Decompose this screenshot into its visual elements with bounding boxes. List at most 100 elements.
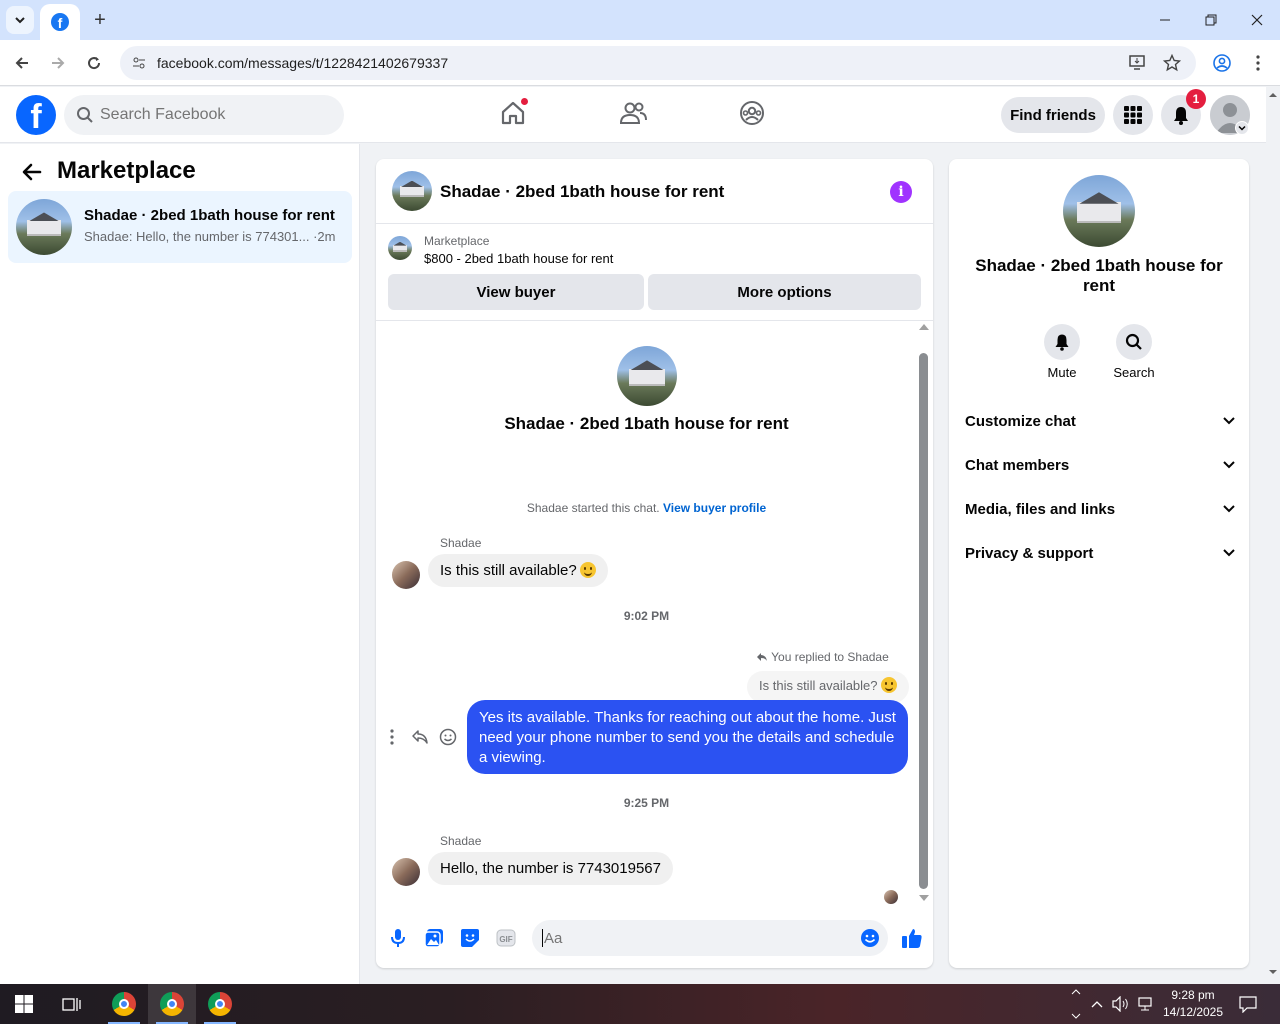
chat-panel: Shadae · 2bed 1bath house for rent i Mar… [376,159,933,968]
conversation-preview: Shadae: Hello, the number is 774301... ·… [84,229,336,244]
chevron-down-icon [1223,549,1235,557]
info-icon[interactable]: i [890,181,912,203]
chrome-taskbar-icon[interactable] [148,984,196,1024]
close-window-icon[interactable] [1244,8,1270,32]
install-app-icon[interactable] [1128,53,1148,73]
more-actions-icon[interactable] [382,727,402,747]
quoted-message[interactable]: Is this still available? [747,671,909,703]
search-input[interactable] [100,95,330,135]
taskbar-scroll-arrows-icon[interactable] [1068,986,1084,1022]
message-input-box[interactable] [532,920,888,956]
reload-icon[interactable] [82,51,106,75]
message-input[interactable] [544,920,844,956]
marketplace-listing-bar: Marketplace $800 - 2bed 1bath house for … [376,224,933,321]
listing-small-thumbnail [388,236,412,260]
address-bar[interactable]: facebook.com/messages/t/1228421402679337 [120,46,1196,80]
site-info-icon[interactable] [130,54,148,72]
intro-thumbnail [617,346,677,406]
reply-icon[interactable] [410,727,430,747]
forward-icon[interactable] [46,51,70,75]
media-files-links-row[interactable]: Media, files and links [965,497,1235,521]
incoming-message[interactable]: Is this still available? [428,554,608,587]
find-friends-button[interactable]: Find friends [1001,97,1105,133]
facebook-logo-icon[interactable]: f [16,95,56,135]
more-options-button[interactable]: More options [648,274,921,310]
page-scrollbar[interactable] [1266,87,1280,984]
home-icon[interactable] [499,97,529,127]
like-thumb-icon[interactable] [900,926,924,950]
conversation-item[interactable]: Shadae · 2bed 1bath house for rent Shada… [8,191,352,263]
sender-name: Shadae [440,536,482,550]
menu-grid-icon[interactable] [1113,95,1153,135]
listing-title[interactable]: $800 - 2bed 1bath house for rent [424,251,613,266]
listing-thumbnail [16,199,72,255]
facebook-favicon-icon: f [51,13,69,31]
react-emoji-icon[interactable] [438,727,458,747]
message-text: Is this still available? [440,562,577,579]
taskbar-clock[interactable]: 9:28 pm 14/12/2025 [1160,987,1226,1021]
search-action[interactable]: Search [1104,324,1164,380]
chevron-down-icon [1223,461,1235,469]
sender-avatar[interactable] [392,858,420,886]
sticker-icon[interactable] [460,928,480,948]
browser-menu-icon[interactable] [1246,51,1270,75]
chat-members-row[interactable]: Chat members [965,453,1235,477]
task-view-icon[interactable] [48,984,96,1024]
tab-search-chevron-icon[interactable] [6,6,34,34]
profile-icon[interactable] [1210,51,1234,75]
back-icon[interactable] [10,51,34,75]
sender-avatar[interactable] [392,561,420,589]
new-tab-plus-icon[interactable]: + [88,8,112,32]
customize-chat-row[interactable]: Customize chat [965,409,1235,433]
chrome-icon [160,992,184,1016]
clock-date: 14/12/2025 [1162,1005,1224,1019]
view-buyer-button[interactable]: View buyer [388,274,644,310]
section-label: Customize chat [965,412,1076,430]
action-center-icon[interactable] [1238,994,1258,1014]
gif-icon[interactable]: GIF [496,928,516,948]
browser-tab-facebook[interactable]: f [40,4,80,40]
minimize-icon[interactable] [1152,8,1178,32]
restore-icon[interactable] [1198,8,1224,32]
emoji-picker-icon[interactable] [860,928,880,948]
reply-arrow-icon [757,653,767,661]
groups-icon[interactable] [738,99,766,127]
chat-details-panel: Shadae · 2bed 1bath house for rent Mute … [949,159,1249,968]
scroll-down-arrow-icon[interactable] [919,895,929,901]
url-text[interactable]: facebook.com/messages/t/1228421402679337 [157,55,448,71]
outgoing-message[interactable]: Yes its available. Thanks for reaching o… [467,700,908,774]
facebook-search[interactable] [64,95,344,135]
chat-thumbnail[interactable] [392,171,432,211]
home-notification-dot [520,97,529,106]
network-icon[interactable] [1135,994,1155,1014]
chat-header: Shadae · 2bed 1bath house for rent i [376,159,933,224]
account-chevron-icon[interactable] [1235,121,1249,135]
page-title: Marketplace [57,157,196,184]
scroll-up-arrow-icon[interactable] [919,324,929,330]
mute-action[interactable]: Mute [1032,324,1092,380]
chrome-icon [208,992,232,1016]
reply-context: You replied to Shadae [756,650,889,664]
view-buyer-profile-link[interactable]: View buyer profile [663,501,766,515]
mute-bell-icon[interactable] [1044,324,1080,360]
message-composer: GIF [376,904,933,968]
volume-icon[interactable] [1111,994,1131,1014]
photo-icon[interactable] [424,928,444,948]
incoming-message[interactable]: Hello, the number is 7743019567 [428,852,673,885]
bookmark-star-icon[interactable] [1162,53,1182,73]
search-icon[interactable] [1116,324,1152,360]
chrome-taskbar-icon[interactable] [196,984,244,1024]
scroll-thumb[interactable] [919,353,928,889]
text-caret [542,929,543,947]
windows-start-icon[interactable] [0,984,48,1024]
chevron-down-icon [1223,417,1235,425]
microphone-icon[interactable] [388,928,408,948]
chrome-taskbar-icon[interactable] [100,984,148,1024]
show-hidden-icons-chevron-icon[interactable] [1087,994,1107,1014]
privacy-support-row[interactable]: Privacy & support [965,541,1235,565]
back-arrow-icon[interactable] [20,160,44,184]
chrome-icon [112,992,136,1016]
friends-icon[interactable] [619,99,647,127]
sender-name: Shadae [440,834,482,848]
chat-title[interactable]: Shadae · 2bed 1bath house for rent [440,182,724,202]
